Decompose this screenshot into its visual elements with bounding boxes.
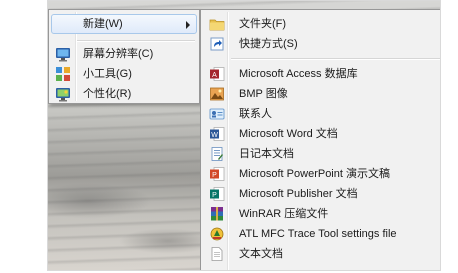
display-icon (56, 48, 70, 62)
access-icon: A (210, 67, 225, 81)
svg-text:A: A (212, 72, 217, 79)
submenu-item-shortcut[interactable]: 快捷方式(S) (203, 34, 440, 54)
submenu-item-access-db[interactable]: A Microsoft Access 数据库 (203, 64, 440, 84)
menu-item-new[interactable]: 新建(W) (51, 14, 197, 34)
submenu-item-text-doc[interactable]: 文本文档 (203, 244, 440, 264)
submenu-item-journal[interactable]: 日记本文档 (203, 144, 440, 164)
menu-separator (231, 58, 440, 60)
winrar-icon (211, 207, 223, 221)
submenu-item-label: 文件夹(F) (239, 18, 287, 30)
menu-item-label: 个性化(R) (83, 88, 132, 100)
menu-item-label: 小工具(G) (83, 68, 132, 80)
submenu-item-label: WinRAR 压缩文件 (239, 208, 329, 220)
submenu-item-powerpoint[interactable]: P Microsoft PowerPoint 演示文稿 (203, 164, 440, 184)
submenu-item-atl-trace[interactable]: ATL MFC Trace Tool settings file (203, 224, 440, 244)
menu-item-label: 新建(W) (83, 18, 123, 30)
gadgets-icon (56, 67, 70, 81)
submenu-item-word[interactable]: W Microsoft Word 文档 (203, 124, 440, 144)
submenu-item-folder[interactable]: 文件夹(F) (203, 14, 440, 34)
submenu-item-contact[interactable]: 联系人 (203, 104, 440, 124)
submenu-item-label: 快捷方式(S) (239, 38, 298, 50)
svg-text:P: P (212, 172, 217, 179)
menu-item-gadgets[interactable]: 小工具(G) (51, 64, 197, 84)
menu-separator (77, 40, 195, 42)
submenu-item-label: 日记本文档 (239, 148, 294, 160)
text-doc-icon (211, 247, 223, 261)
desktop-context-menu: 新建(W) 屏幕分辨率(C) 小工具(G) 个性化(R) (48, 9, 200, 104)
menu-item-label: 屏幕分辨率(C) (83, 48, 154, 60)
submenu-item-label: BMP 图像 (239, 88, 288, 100)
submenu-item-label: 联系人 (239, 108, 272, 120)
shortcut-icon (210, 37, 224, 51)
word-icon: W (210, 127, 225, 141)
submenu-item-label: Microsoft Word 文档 (239, 128, 338, 140)
personalize-icon (56, 88, 70, 102)
submenu-item-publisher[interactable]: P Microsoft Publisher 文档 (203, 184, 440, 204)
folder-icon (209, 19, 225, 31)
menu-item-personalize[interactable]: 个性化(R) (51, 84, 197, 104)
submenu-item-label: ATL MFC Trace Tool settings file (239, 228, 397, 240)
svg-text:P: P (212, 192, 217, 199)
submenu-item-label: Microsoft Access 数据库 (239, 68, 358, 80)
bmp-icon (210, 87, 224, 101)
menu-item-screen-resolution[interactable]: 屏幕分辨率(C) (51, 44, 197, 64)
svg-text:W: W (211, 132, 218, 139)
submenu-item-label: Microsoft Publisher 文档 (239, 188, 358, 200)
journal-icon (211, 147, 223, 161)
powerpoint-icon: P (210, 167, 225, 181)
atl-trace-icon (210, 227, 224, 241)
submenu-item-label: 文本文档 (239, 248, 283, 260)
submenu-item-winrar[interactable]: WinRAR 压缩文件 (203, 204, 440, 224)
screenshot-frame: 新建(W) 屏幕分辨率(C) 小工具(G) 个性化(R) 文件夹(F) 快捷方式… (47, 0, 441, 271)
publisher-icon: P (210, 187, 225, 201)
new-submenu: 文件夹(F) 快捷方式(S) A Microsoft Access 数据库 BM… (200, 9, 440, 270)
contact-icon (209, 108, 225, 120)
submenu-item-label: Microsoft PowerPoint 演示文稿 (239, 168, 390, 180)
submenu-item-bmp[interactable]: BMP 图像 (203, 84, 440, 104)
submenu-arrow-icon (186, 21, 190, 29)
